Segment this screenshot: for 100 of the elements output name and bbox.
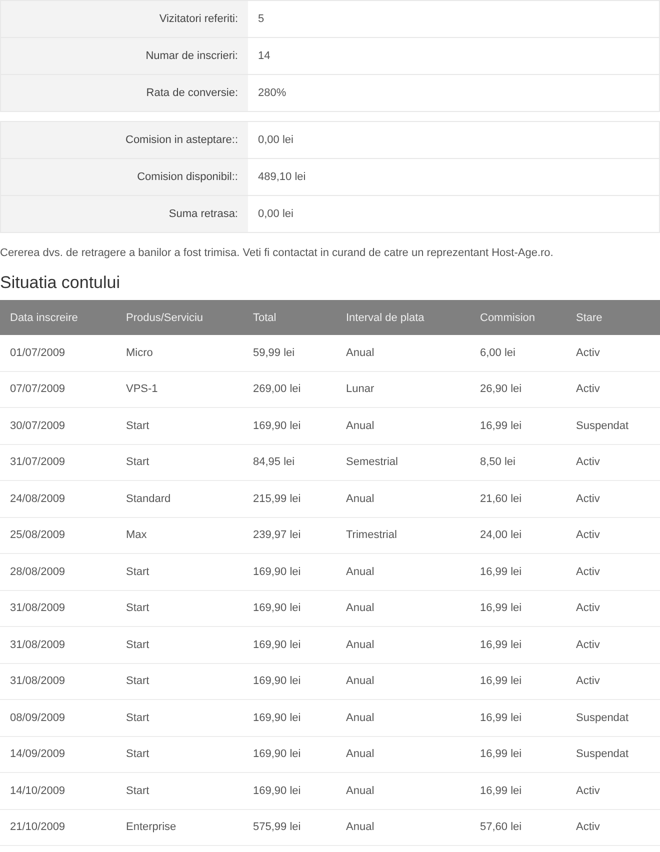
table-cell: Anual xyxy=(336,554,470,590)
table-cell: Activ xyxy=(566,626,660,663)
table-cell: Activ xyxy=(566,590,660,626)
table-cell: Anual xyxy=(336,809,470,846)
field-value: 280% xyxy=(257,86,288,101)
table-cell: 16,99 lei xyxy=(470,626,566,663)
table-cell: Suspendat xyxy=(566,408,660,444)
table-cell: Anual xyxy=(336,626,470,663)
table-cell: Activ xyxy=(566,444,660,480)
table-cell: 14/10/2009 xyxy=(0,772,116,809)
table-cell: 31/08/2009 xyxy=(0,663,116,700)
table-cell: Anual xyxy=(336,700,470,736)
table-cell: Anual xyxy=(336,480,470,517)
column-header: Commision xyxy=(470,300,566,335)
column-header: Data inscreire xyxy=(0,300,116,335)
table-cell: 16,99 lei xyxy=(470,700,566,736)
table-cell: Activ xyxy=(566,772,660,809)
field-label: Comision in asteptare:: xyxy=(1,122,248,159)
table-cell: Suspendat xyxy=(566,700,660,736)
column-header: Interval de plata xyxy=(336,300,470,335)
table-cell: 8,50 lei xyxy=(470,444,566,480)
status-message: Cererea dvs. de retragere a banilor a fost trimisa. Veti fi contactat in curand de catre un reprezentant Host-Age.ro. xyxy=(0,247,554,259)
table-cell: 169,90 lei xyxy=(243,772,336,809)
table-cell: Activ xyxy=(566,663,660,700)
table-cell: 16,99 lei xyxy=(470,772,566,809)
table-cell: Lunar xyxy=(336,371,470,408)
table-cell: Start xyxy=(116,444,243,480)
table-cell: Start xyxy=(116,663,243,700)
field-value: 14 xyxy=(248,38,659,75)
table-cell: Start xyxy=(116,408,243,444)
table-cell: Start xyxy=(116,590,243,626)
table-cell: 169,90 lei xyxy=(243,626,336,663)
table-cell: 31/08/2009 xyxy=(0,626,116,663)
table-cell: 239,97 lei xyxy=(243,517,336,554)
table-cell: Anual xyxy=(336,663,470,700)
table-cell: Activ xyxy=(566,517,660,554)
table-cell: 24/08/2009 xyxy=(0,480,116,517)
table-cell: 24,00 lei xyxy=(470,517,566,554)
table-cell: 215,99 lei xyxy=(243,480,336,517)
table-cell: 31/07/2009 xyxy=(0,444,116,480)
table-cell: 16,99 lei xyxy=(470,590,566,626)
table-cell: Anual xyxy=(336,590,470,626)
table-cell: Suspendat xyxy=(566,736,660,772)
table-cell: 26,90 lei xyxy=(470,371,566,408)
table-cell: 16,99 lei xyxy=(470,736,566,772)
table-cell: 6,00 lei xyxy=(470,335,566,371)
table-cell: 07/07/2009 xyxy=(0,371,116,408)
table-cell: 169,90 lei xyxy=(243,408,336,444)
table-cell: 14/09/2009 xyxy=(0,736,116,772)
table-cell: 269,00 lei xyxy=(243,371,336,408)
table-cell: 169,90 lei xyxy=(243,590,336,626)
field-label: Rata de conversie: xyxy=(1,75,248,111)
table-cell: Activ xyxy=(566,554,660,590)
column-header: Produs/Serviciu xyxy=(116,300,243,335)
table-cell: Semestrial xyxy=(336,444,470,480)
table-cell: 30/07/2009 xyxy=(0,408,116,444)
field-value: 0,00 lei xyxy=(257,207,294,222)
table-cell: Enterprise xyxy=(116,809,243,846)
table-cell: 169,90 lei xyxy=(243,700,336,736)
table-cell: 08/09/2009 xyxy=(0,700,116,736)
table-cell: Start xyxy=(116,736,243,772)
field-label: Comision disponibil:: xyxy=(1,159,248,196)
field-value: 489,10 lei xyxy=(248,159,659,196)
table-cell: Anual xyxy=(336,736,470,772)
table-cell: Activ xyxy=(566,371,660,408)
table-cell: Max xyxy=(116,517,243,554)
table-cell: Start xyxy=(116,554,243,590)
table-cell: 169,90 lei xyxy=(243,554,336,590)
column-header: Total xyxy=(243,300,336,335)
field-label: Numar de inscrieri: xyxy=(1,38,248,75)
table-cell: 57,60 lei xyxy=(470,809,566,846)
table-cell: Start xyxy=(116,700,243,736)
table-cell: 31/08/2009 xyxy=(0,590,116,626)
table-cell: Activ xyxy=(566,809,660,846)
table-cell: 169,90 lei xyxy=(243,663,336,700)
table-cell: 21/10/2009 xyxy=(0,809,116,846)
table-cell: VPS-1 xyxy=(116,371,243,408)
table-cell: 16,99 lei xyxy=(470,408,566,444)
table-cell: Anual xyxy=(336,772,470,809)
field-value: 0,00 lei xyxy=(248,122,659,159)
field-label: Vizitatori referiti: xyxy=(1,1,248,38)
field-label: Suma retrasa: xyxy=(1,196,248,232)
table-cell: Trimestrial xyxy=(336,517,470,554)
table-cell: 575,99 lei xyxy=(243,809,336,846)
table-cell: Activ xyxy=(566,480,660,517)
table-cell: 25/08/2009 xyxy=(0,517,116,554)
table-cell: 169,90 lei xyxy=(243,736,336,772)
table-cell: 21,60 lei xyxy=(470,480,566,517)
field-value: 5 xyxy=(248,1,659,38)
table-cell: 01/07/2009 xyxy=(0,335,116,371)
table-cell: 16,99 lei xyxy=(470,554,566,590)
table-cell: 28/08/2009 xyxy=(0,554,116,590)
column-header: Stare xyxy=(566,300,660,335)
table-cell: Activ xyxy=(566,335,660,371)
table-cell: Start xyxy=(116,626,243,663)
table-cell: Micro xyxy=(116,335,243,371)
table-cell: Standard xyxy=(116,480,243,517)
table-cell: Start xyxy=(116,772,243,809)
section-title: Situatia contului xyxy=(0,273,122,293)
table-cell: Anual xyxy=(336,335,470,371)
